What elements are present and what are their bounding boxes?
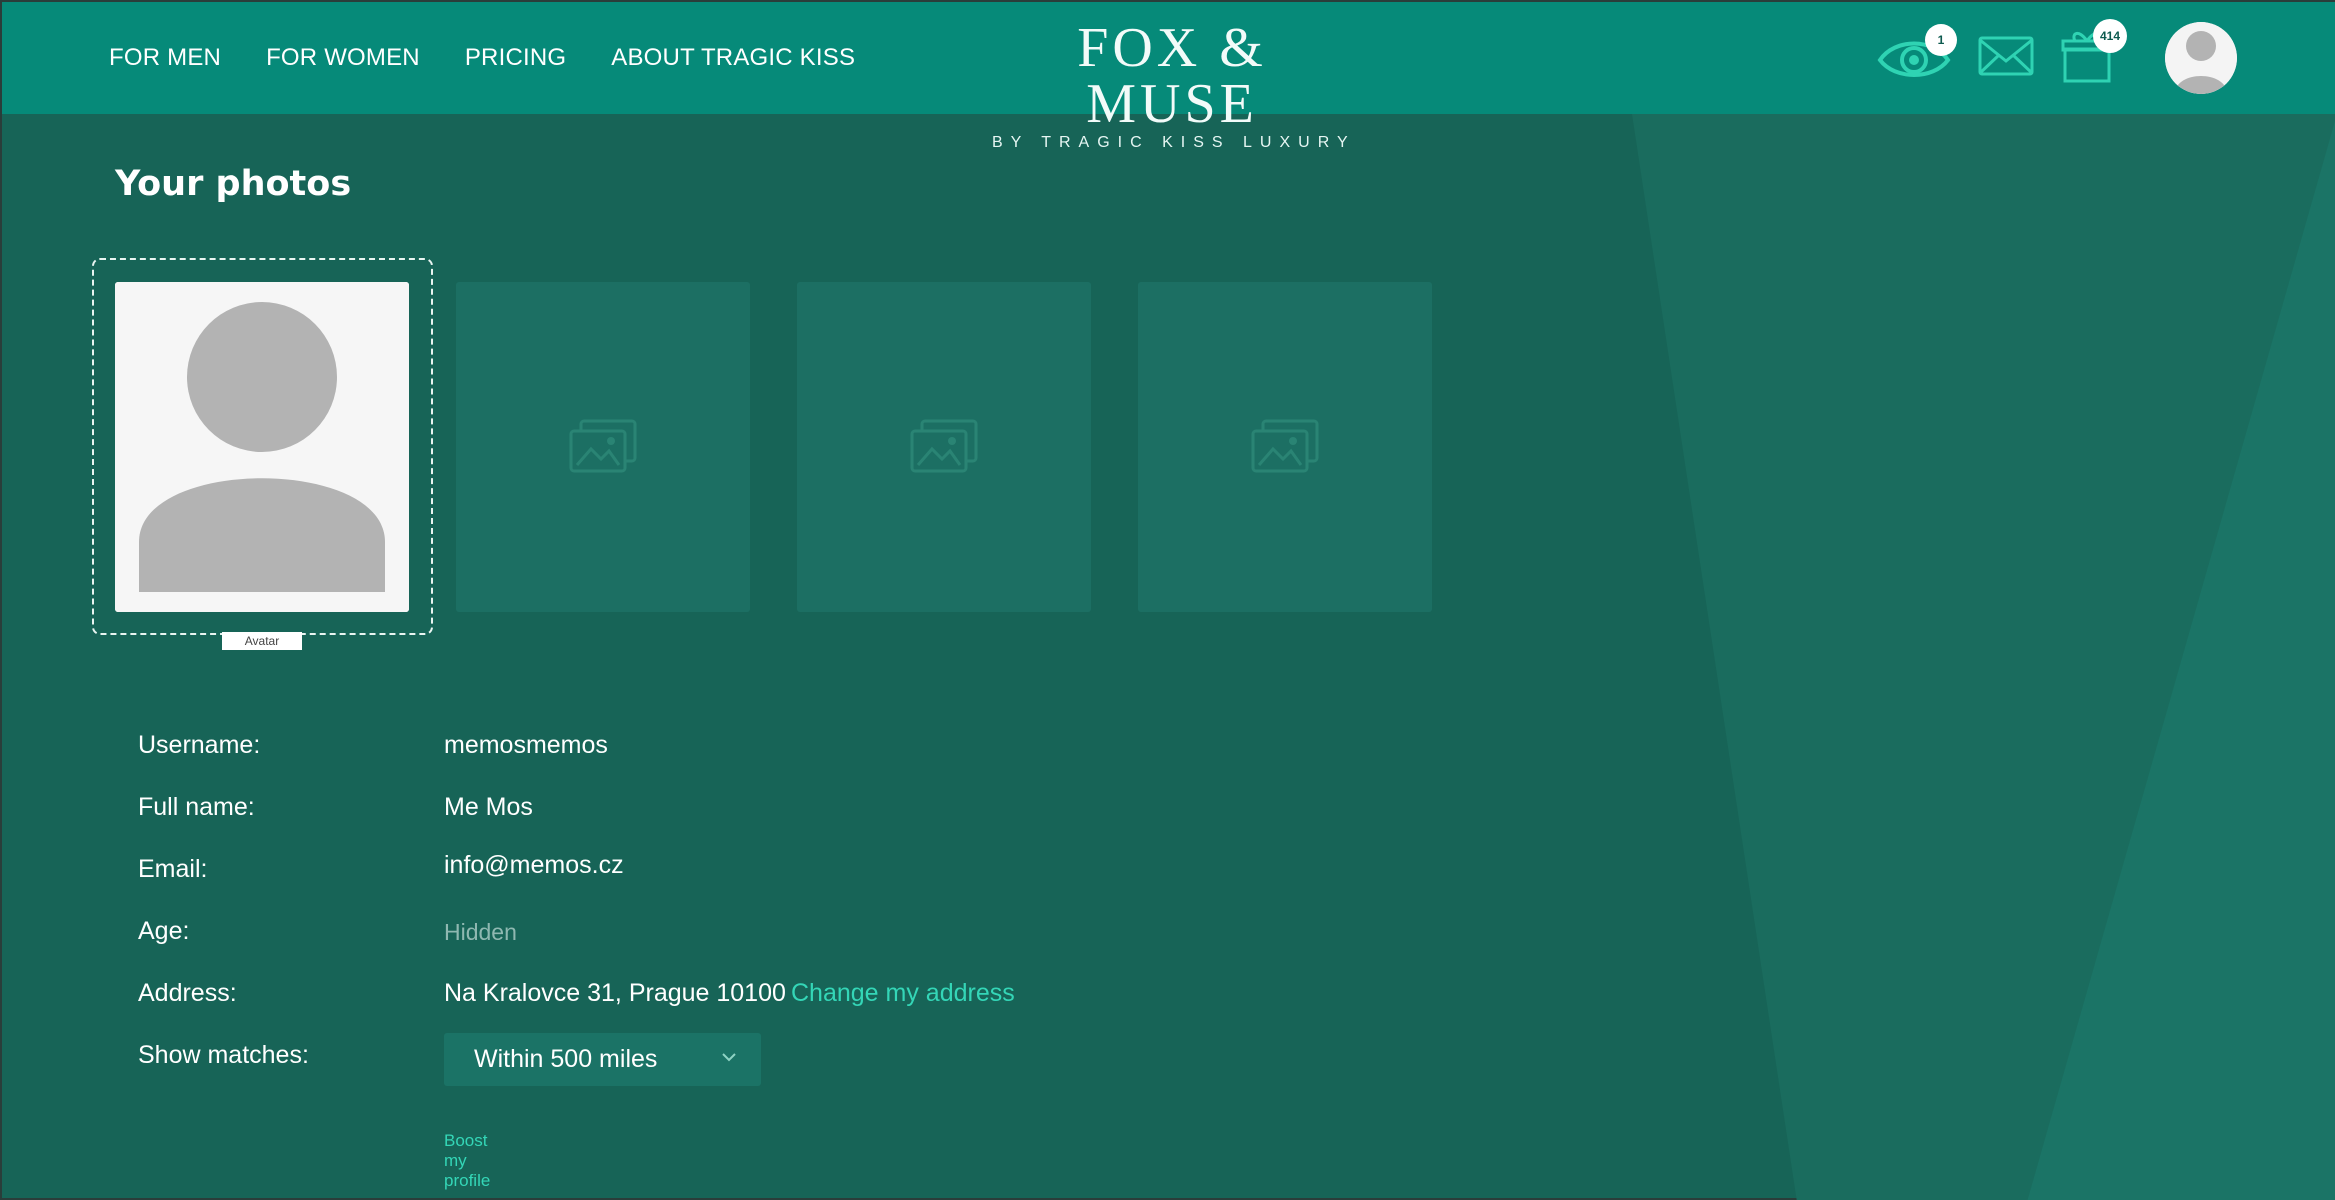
fullname-label: Full name: — [138, 793, 255, 821]
nav-about[interactable]: ABOUT TRAGIC KISS — [611, 44, 855, 72]
photo-slot-1[interactable] — [456, 282, 750, 612]
matches-label: Show matches: — [138, 1041, 309, 1069]
main-nav: FOR MEN FOR WOMEN PRICING ABOUT TRAGIC K… — [109, 2, 855, 114]
photo-slot-3[interactable] — [1138, 282, 1432, 612]
username-value: memosmemos — [444, 731, 608, 759]
email-label: Email: — [138, 855, 208, 883]
gifts-button[interactable]: 414 — [2061, 18, 2127, 90]
site-logo[interactable]: FOX & MUSE BY TRAGIC KISS LUXURY — [992, 20, 1352, 151]
image-placeholder-icon — [1251, 419, 1319, 473]
boost-profile-link[interactable]: Boost my profile — [444, 1131, 490, 1191]
image-placeholder-icon — [910, 419, 978, 473]
profile-avatar-button[interactable] — [2165, 22, 2237, 94]
envelope-icon — [1978, 36, 2034, 75]
nav-for-men[interactable]: FOR MEN — [109, 44, 221, 72]
views-button[interactable]: 1 — [1877, 23, 1957, 87]
user-avatar-icon — [2165, 22, 2237, 94]
change-address-link[interactable]: Change my address — [791, 979, 1015, 1008]
header-icons: 1 414 — [1877, 2, 2237, 114]
age-label: Age: — [138, 917, 190, 945]
user-silhouette-icon — [115, 282, 409, 612]
page-title: Your photos — [115, 164, 352, 204]
views-count-badge: 1 — [1925, 23, 1957, 56]
gifts-count-badge: 414 — [2093, 18, 2127, 53]
photo-slot-2[interactable] — [797, 282, 1091, 612]
address-value: Na Kralovce 31, Prague 10100 — [444, 979, 786, 1007]
top-header: FOR MEN FOR WOMEN PRICING ABOUT TRAGIC K… — [2, 2, 2335, 151]
email-value: info@memos.cz — [444, 851, 624, 879]
messages-button[interactable] — [1977, 33, 2035, 84]
logo-subtitle: BY TRAGIC KISS LUXURY — [992, 134, 1356, 151]
avatar-label: Avatar — [222, 632, 302, 650]
username-label: Username: — [138, 731, 261, 759]
nav-pricing[interactable]: PRICING — [465, 44, 566, 72]
fullname-value: Me Mos — [444, 793, 533, 821]
matches-select[interactable]: Within 500 miles — [444, 1033, 761, 1086]
nav-for-women[interactable]: FOR WOMEN — [266, 44, 420, 72]
address-label: Address: — [138, 979, 237, 1007]
matches-select-value: Within 500 miles — [474, 1045, 658, 1073]
image-placeholder-icon — [569, 419, 637, 473]
logo-title: FOX & MUSE — [1077, 17, 1267, 135]
avatar-photo[interactable] — [115, 282, 409, 612]
chevron-down-icon — [722, 1053, 736, 1062]
age-value: Hidden — [444, 919, 517, 945]
